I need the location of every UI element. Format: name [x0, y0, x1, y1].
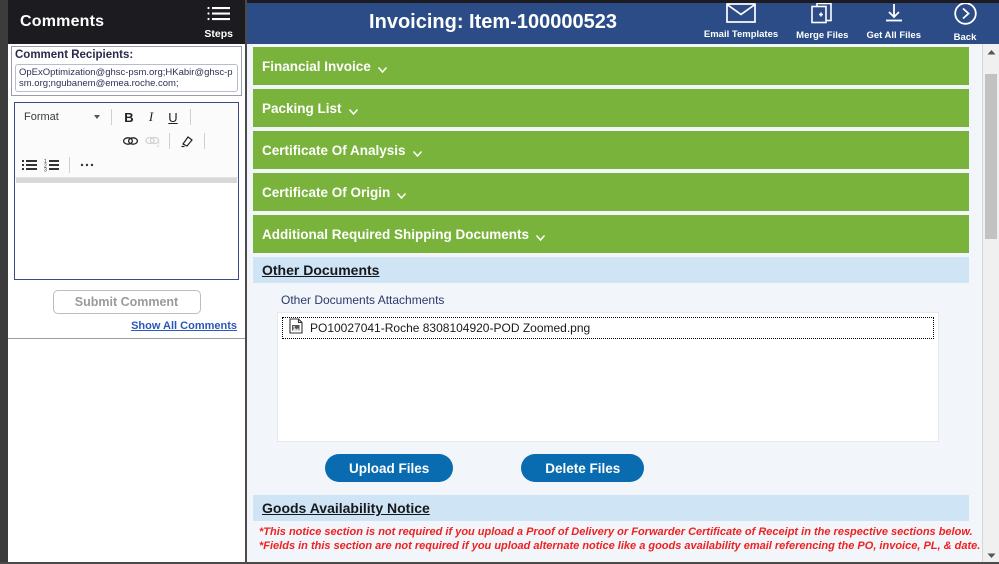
submit-comment-button[interactable]: Submit Comment [52, 290, 201, 314]
submit-comment-row: Submit Comment [8, 290, 245, 314]
back-label: Back [953, 32, 977, 43]
chevron-down-icon [377, 61, 388, 79]
merge-files-icon [808, 2, 836, 29]
other-documents-attachments-label: Other Documents Attachments [281, 293, 445, 307]
section-label: Financial Invoice [262, 58, 371, 74]
toolbar-divider [69, 157, 70, 173]
format-dropdown-label: Format [24, 111, 59, 123]
goods-availability-notice-body: *This notice section is not required if … [253, 521, 981, 553]
section-certificate-of-analysis[interactable]: Certificate Of Analysis [253, 131, 969, 169]
remove-link-button[interactable]: 2 [141, 131, 163, 151]
numbered-list-button[interactable]: 1 2 3 [41, 155, 63, 175]
comment-recipients-group: Comment Recipients: OpExOptimization@ghs… [11, 46, 242, 96]
comment-editor-toolbar: Format B I U 2 1 2 3 [15, 103, 238, 178]
left-edge-rail [0, 0, 8, 564]
steps-list-icon [206, 4, 232, 29]
file-action-buttons: Upload Files Delete Files [325, 454, 969, 482]
section-label: Certificate Of Origin [262, 184, 391, 200]
format-dropdown[interactable]: Format [19, 111, 105, 123]
comments-title: Comments [20, 13, 105, 30]
image-file-icon [289, 317, 303, 339]
ellipsis-icon [80, 163, 94, 167]
underline-button[interactable]: U [162, 107, 184, 127]
merge-files-button[interactable]: Merge Files [796, 0, 848, 41]
toolbar-divider [190, 109, 191, 125]
highlight-button[interactable] [176, 131, 198, 151]
chevron-down-icon [535, 229, 546, 247]
header-actions: Email Templates Merge Files Get All File… [704, 0, 999, 44]
svg-text:2: 2 [156, 143, 160, 148]
comment-text-area[interactable] [15, 183, 238, 279]
scroll-up-arrow[interactable] [983, 44, 999, 61]
italic-button[interactable]: I [140, 107, 162, 127]
other-documents-body: Other Documents Attachments PO10027041-R… [253, 283, 969, 494]
section-packing-list[interactable]: Packing List [253, 89, 969, 127]
goods-availability-notice-heading[interactable]: Goods Availability Notice [262, 500, 430, 516]
section-label: Additional Required Shipping Documents [262, 226, 530, 242]
section-certificate-of-origin[interactable]: Certificate Of Origin [253, 173, 969, 211]
section-label: Packing List [262, 100, 342, 116]
main-vertical-scrollbar[interactable] [982, 44, 999, 564]
chevron-down-icon [348, 103, 359, 121]
insert-link-button[interactable] [119, 131, 141, 151]
chevron-down-icon [412, 145, 423, 163]
section-other-documents-header: Other Documents [253, 257, 969, 283]
get-all-files-label: Get All Files [866, 30, 921, 41]
merge-files-label: Merge Files [796, 30, 849, 41]
section-financial-invoice[interactable]: Financial Invoice [253, 47, 969, 85]
page-header: Invoicing: Item-100000523 Email Template… [247, 0, 999, 44]
download-arrow-icon [881, 2, 907, 29]
main-content: Invoicing: Item-100000523 Email Template… [247, 0, 999, 564]
section-goods-availability-notice-header: Goods Availability Notice [253, 495, 969, 521]
page-title: Invoicing: Item-100000523 [369, 10, 617, 33]
section-label: Certificate Of Analysis [262, 142, 406, 158]
chevron-right-circle-icon [952, 2, 979, 31]
document-sections-scroll: Financial Invoice Packing List Certifica… [247, 44, 999, 564]
show-all-comments-row: Show All Comments [8, 320, 245, 332]
toolbar-divider [204, 133, 205, 149]
chevron-down-icon [396, 187, 407, 205]
section-additional-required-shipping-documents[interactable]: Additional Required Shipping Documents [253, 215, 969, 253]
steps-button-label: Steps [204, 28, 233, 40]
link-icon [122, 137, 138, 145]
toolbar-divider [111, 109, 112, 125]
numbered-list-icon: 1 2 3 [44, 159, 59, 173]
list-item[interactable]: PO10027041-Roche 8308104920-POD Zoomed.p… [282, 317, 934, 339]
window-top-edge [247, 0, 999, 3]
comments-panel-header: Comments Steps [8, 0, 245, 44]
bullet-list-button[interactable] [19, 155, 41, 175]
delete-files-button[interactable]: Delete Files [521, 454, 645, 482]
comment-editor: Format B I U 2 1 2 3 [14, 102, 239, 280]
svg-text:3: 3 [44, 168, 47, 173]
show-all-comments-link[interactable]: Show All Comments [131, 320, 237, 332]
bold-button[interactable]: B [118, 107, 140, 127]
get-all-files-button[interactable]: Get All Files [866, 0, 921, 41]
comment-recipients-input[interactable]: OpExOptimization@ghsc-psm.org;HKabir@ghs… [15, 64, 238, 92]
steps-button[interactable]: Steps [204, 4, 237, 40]
highlighter-icon [181, 136, 193, 148]
comments-history-area [8, 338, 245, 564]
other-documents-attachment-list[interactable]: PO10027041-Roche 8308104920-POD Zoomed.p… [277, 312, 939, 442]
notice-line: *Fields in this section are not required… [259, 540, 981, 552]
scrollbar-thumb[interactable] [985, 74, 997, 239]
notice-line: *This notice section is not required if … [259, 526, 973, 538]
bullet-list-icon [22, 160, 37, 170]
unlink-icon: 2 [144, 136, 160, 148]
attachment-file-name: PO10027041-Roche 8308104920-POD Zoomed.p… [310, 321, 591, 335]
application-window: Comments Steps Comment Recipients: OpExO… [0, 0, 999, 564]
comments-panel: Comments Steps Comment Recipients: OpExO… [8, 0, 247, 564]
toolbar-divider [169, 133, 170, 149]
chevron-down-icon [94, 115, 100, 119]
more-options-button[interactable] [76, 155, 98, 175]
other-documents-heading[interactable]: Other Documents [262, 262, 379, 278]
back-button[interactable]: Back [939, 0, 991, 43]
comment-recipients-label: Comment Recipients: [15, 49, 134, 61]
upload-files-button[interactable]: Upload Files [325, 454, 454, 482]
